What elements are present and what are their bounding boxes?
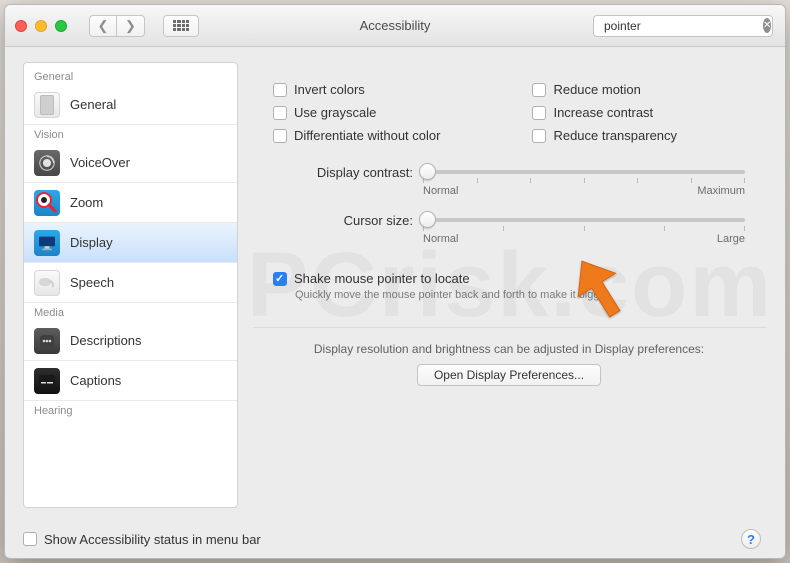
show-all-button[interactable] (163, 15, 199, 37)
cursor-size-slider[interactable] (423, 218, 745, 222)
settings-pane: PCrisk.com Invert colors Use grayscale D… (253, 62, 767, 508)
back-button[interactable]: ❮ (89, 15, 117, 37)
reduce-motion-checkbox[interactable]: Reduce motion (532, 82, 677, 97)
chk-label: Differentiate without color (294, 128, 440, 143)
voiceover-icon (34, 150, 60, 176)
sidebar-item-label: VoiceOver (70, 155, 130, 170)
resolution-note: Display resolution and brightness can be… (273, 342, 745, 356)
zoom-icon (34, 190, 60, 216)
slider-thumb[interactable] (419, 211, 436, 228)
speech-icon (34, 270, 60, 296)
sidebar-item-label: Speech (70, 275, 114, 290)
minimize-button[interactable] (35, 20, 47, 32)
contrast-max: Maximum (697, 185, 745, 197)
chk-label: Reduce motion (553, 82, 640, 97)
clear-search-button[interactable]: ✕ (763, 18, 771, 33)
open-display-prefs-button[interactable]: Open Display Preferences... (417, 364, 601, 386)
category-sidebar[interactable]: General General Vision VoiceOver Zoom (23, 62, 238, 508)
contrast-label: Display contrast: (273, 163, 413, 180)
sidebar-item-descriptions[interactable]: Descriptions (24, 321, 237, 361)
chk-label: Show Accessibility status in menu bar (44, 532, 261, 547)
help-button[interactable]: ? (741, 529, 761, 549)
contrast-slider[interactable] (423, 170, 745, 174)
sidebar-item-zoom[interactable]: Zoom (24, 183, 237, 223)
slider-thumb[interactable] (419, 163, 436, 180)
chk-label: Use grayscale (294, 105, 376, 120)
cursor-max: Large (717, 233, 745, 245)
window-title: Accessibility (360, 18, 431, 33)
invert-colors-checkbox[interactable]: Invert colors (273, 82, 440, 97)
sidebar-item-captions[interactable]: Captions (24, 361, 237, 401)
prefs-window: ❮ ❯ Accessibility ✕ General General Visi… (4, 4, 786, 559)
nav-buttons: ❮ ❯ (89, 15, 145, 37)
group-label-vision: Vision (24, 125, 237, 143)
contrast-min: Normal (423, 185, 458, 197)
group-label-general: General (24, 67, 237, 85)
sidebar-item-voiceover[interactable]: VoiceOver (24, 143, 237, 183)
sidebar-item-general[interactable]: General (24, 85, 237, 125)
search-input[interactable] (604, 19, 759, 33)
cursor-size-label: Cursor size: (273, 211, 413, 228)
sidebar-item-speech[interactable]: Speech (24, 263, 237, 303)
grid-icon (173, 20, 189, 32)
sidebar-item-label: Captions (70, 373, 121, 388)
sidebar-item-label: General (70, 97, 116, 112)
increase-contrast-checkbox[interactable]: Increase contrast (532, 105, 677, 120)
chk-label: Reduce transparency (553, 128, 677, 143)
group-label-hearing: Hearing (24, 401, 237, 419)
bottom-bar: Show Accessibility status in menu bar ? (5, 520, 785, 558)
sidebar-item-display[interactable]: Display (24, 223, 237, 263)
cursor-min: Normal (423, 233, 458, 245)
group-label-media: Media (24, 303, 237, 321)
general-icon (34, 92, 60, 118)
grayscale-checkbox[interactable]: Use grayscale (273, 105, 440, 120)
shake-hint: Quickly move the mouse pointer back and … (295, 289, 745, 301)
chk-label: Increase contrast (553, 105, 653, 120)
chk-label: Invert colors (294, 82, 365, 97)
descriptions-icon (34, 328, 60, 354)
differentiate-checkbox[interactable]: Differentiate without color (273, 128, 440, 143)
status-menubar-checkbox[interactable]: Show Accessibility status in menu bar (23, 532, 261, 547)
titlebar: ❮ ❯ Accessibility ✕ (5, 5, 785, 47)
sidebar-item-label: Zoom (70, 195, 103, 210)
reduce-transparency-checkbox[interactable]: Reduce transparency (532, 128, 677, 143)
close-button[interactable] (15, 20, 27, 32)
shake-pointer-checkbox[interactable]: Shake mouse pointer to locate (273, 271, 745, 286)
chk-label: Shake mouse pointer to locate (294, 271, 470, 286)
forward-button[interactable]: ❯ (117, 15, 145, 37)
search-field[interactable]: ✕ (593, 15, 773, 37)
sidebar-item-label: Descriptions (70, 333, 142, 348)
captions-icon (34, 368, 60, 394)
zoom-button[interactable] (55, 20, 67, 32)
sidebar-item-label: Display (70, 235, 113, 250)
traffic-lights (15, 20, 67, 32)
display-icon (34, 230, 60, 256)
